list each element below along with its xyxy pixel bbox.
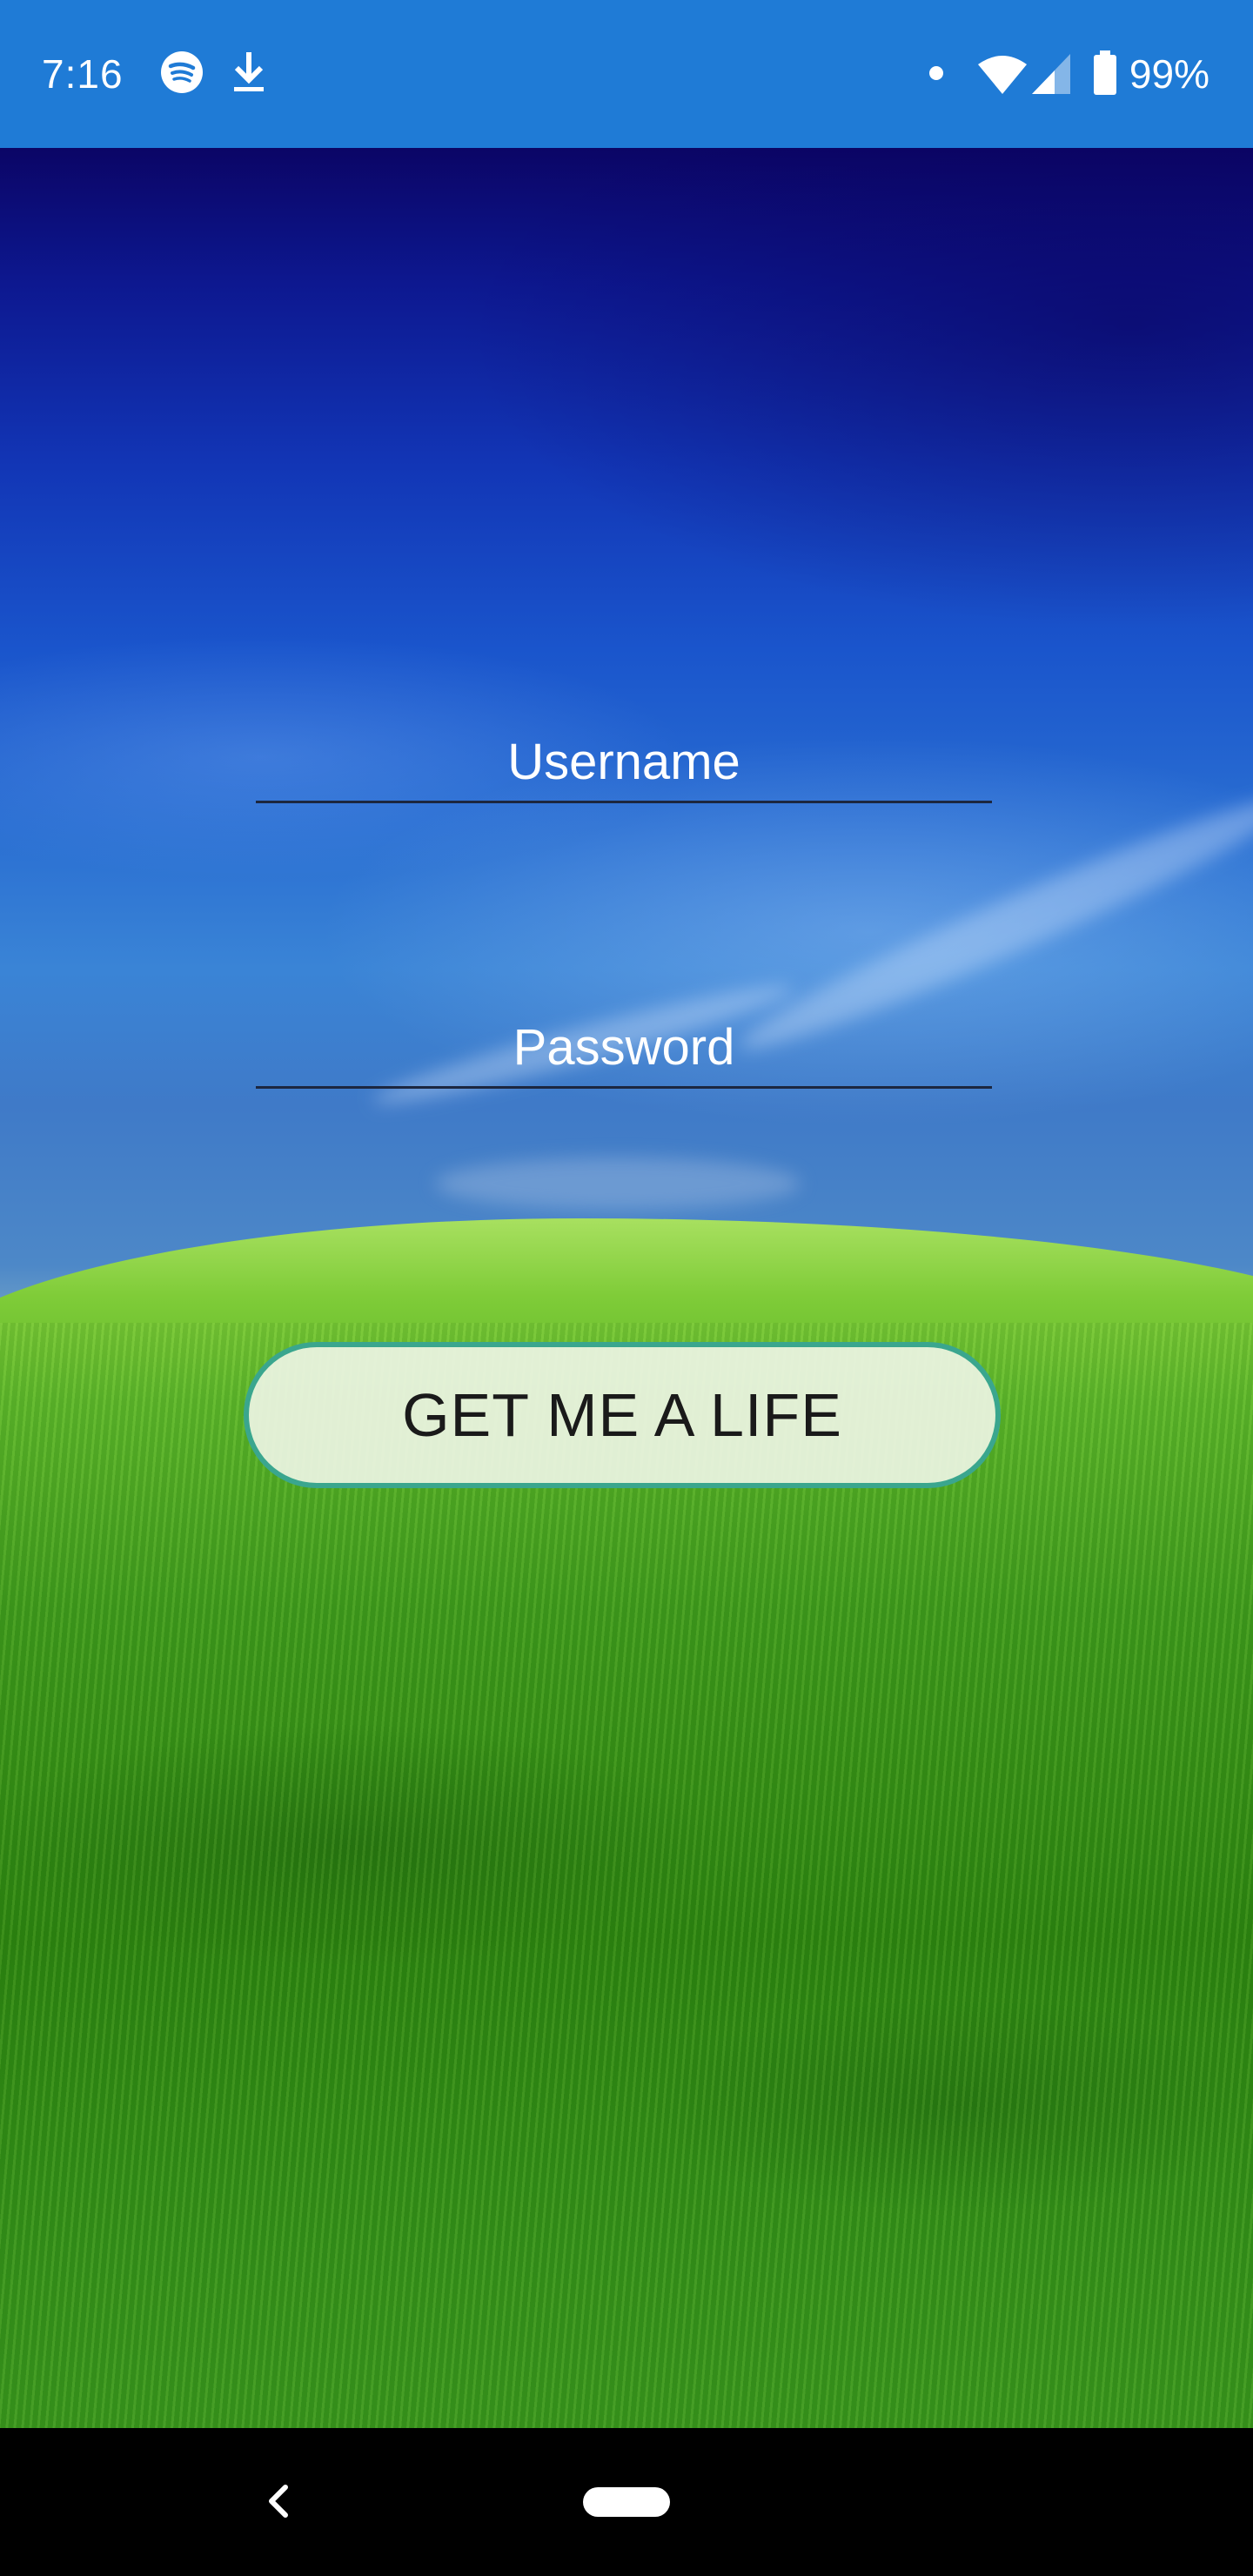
status-time: 7:16 [42,51,124,97]
download-icon [231,50,266,98]
notification-dot-icon [928,64,945,86]
wifi-icon [978,54,1027,98]
home-pill-icon[interactable] [583,2487,670,2517]
password-field[interactable] [256,1008,992,1089]
username-field[interactable] [256,722,992,803]
grass-texture [0,1323,1253,2428]
signal-icon [1032,54,1070,98]
status-bar: 7:16 99% [0,0,1253,148]
password-input[interactable] [256,1008,992,1086]
spotify-icon [160,50,204,98]
get-me-a-life-button[interactable]: GET ME A LIFE [244,1342,1001,1488]
login-screen: GET ME A LIFE [0,148,1253,2428]
app-screen: 7:16 99% Username GET ME A LIFE [0,0,1253,2576]
navigation-bar [0,2428,1253,2576]
username-input[interactable] [256,722,992,801]
back-icon[interactable] [252,2475,305,2527]
battery-percentage: 99% [1129,51,1209,97]
cloud-bank [435,1157,801,1210]
battery-icon [1093,50,1117,100]
